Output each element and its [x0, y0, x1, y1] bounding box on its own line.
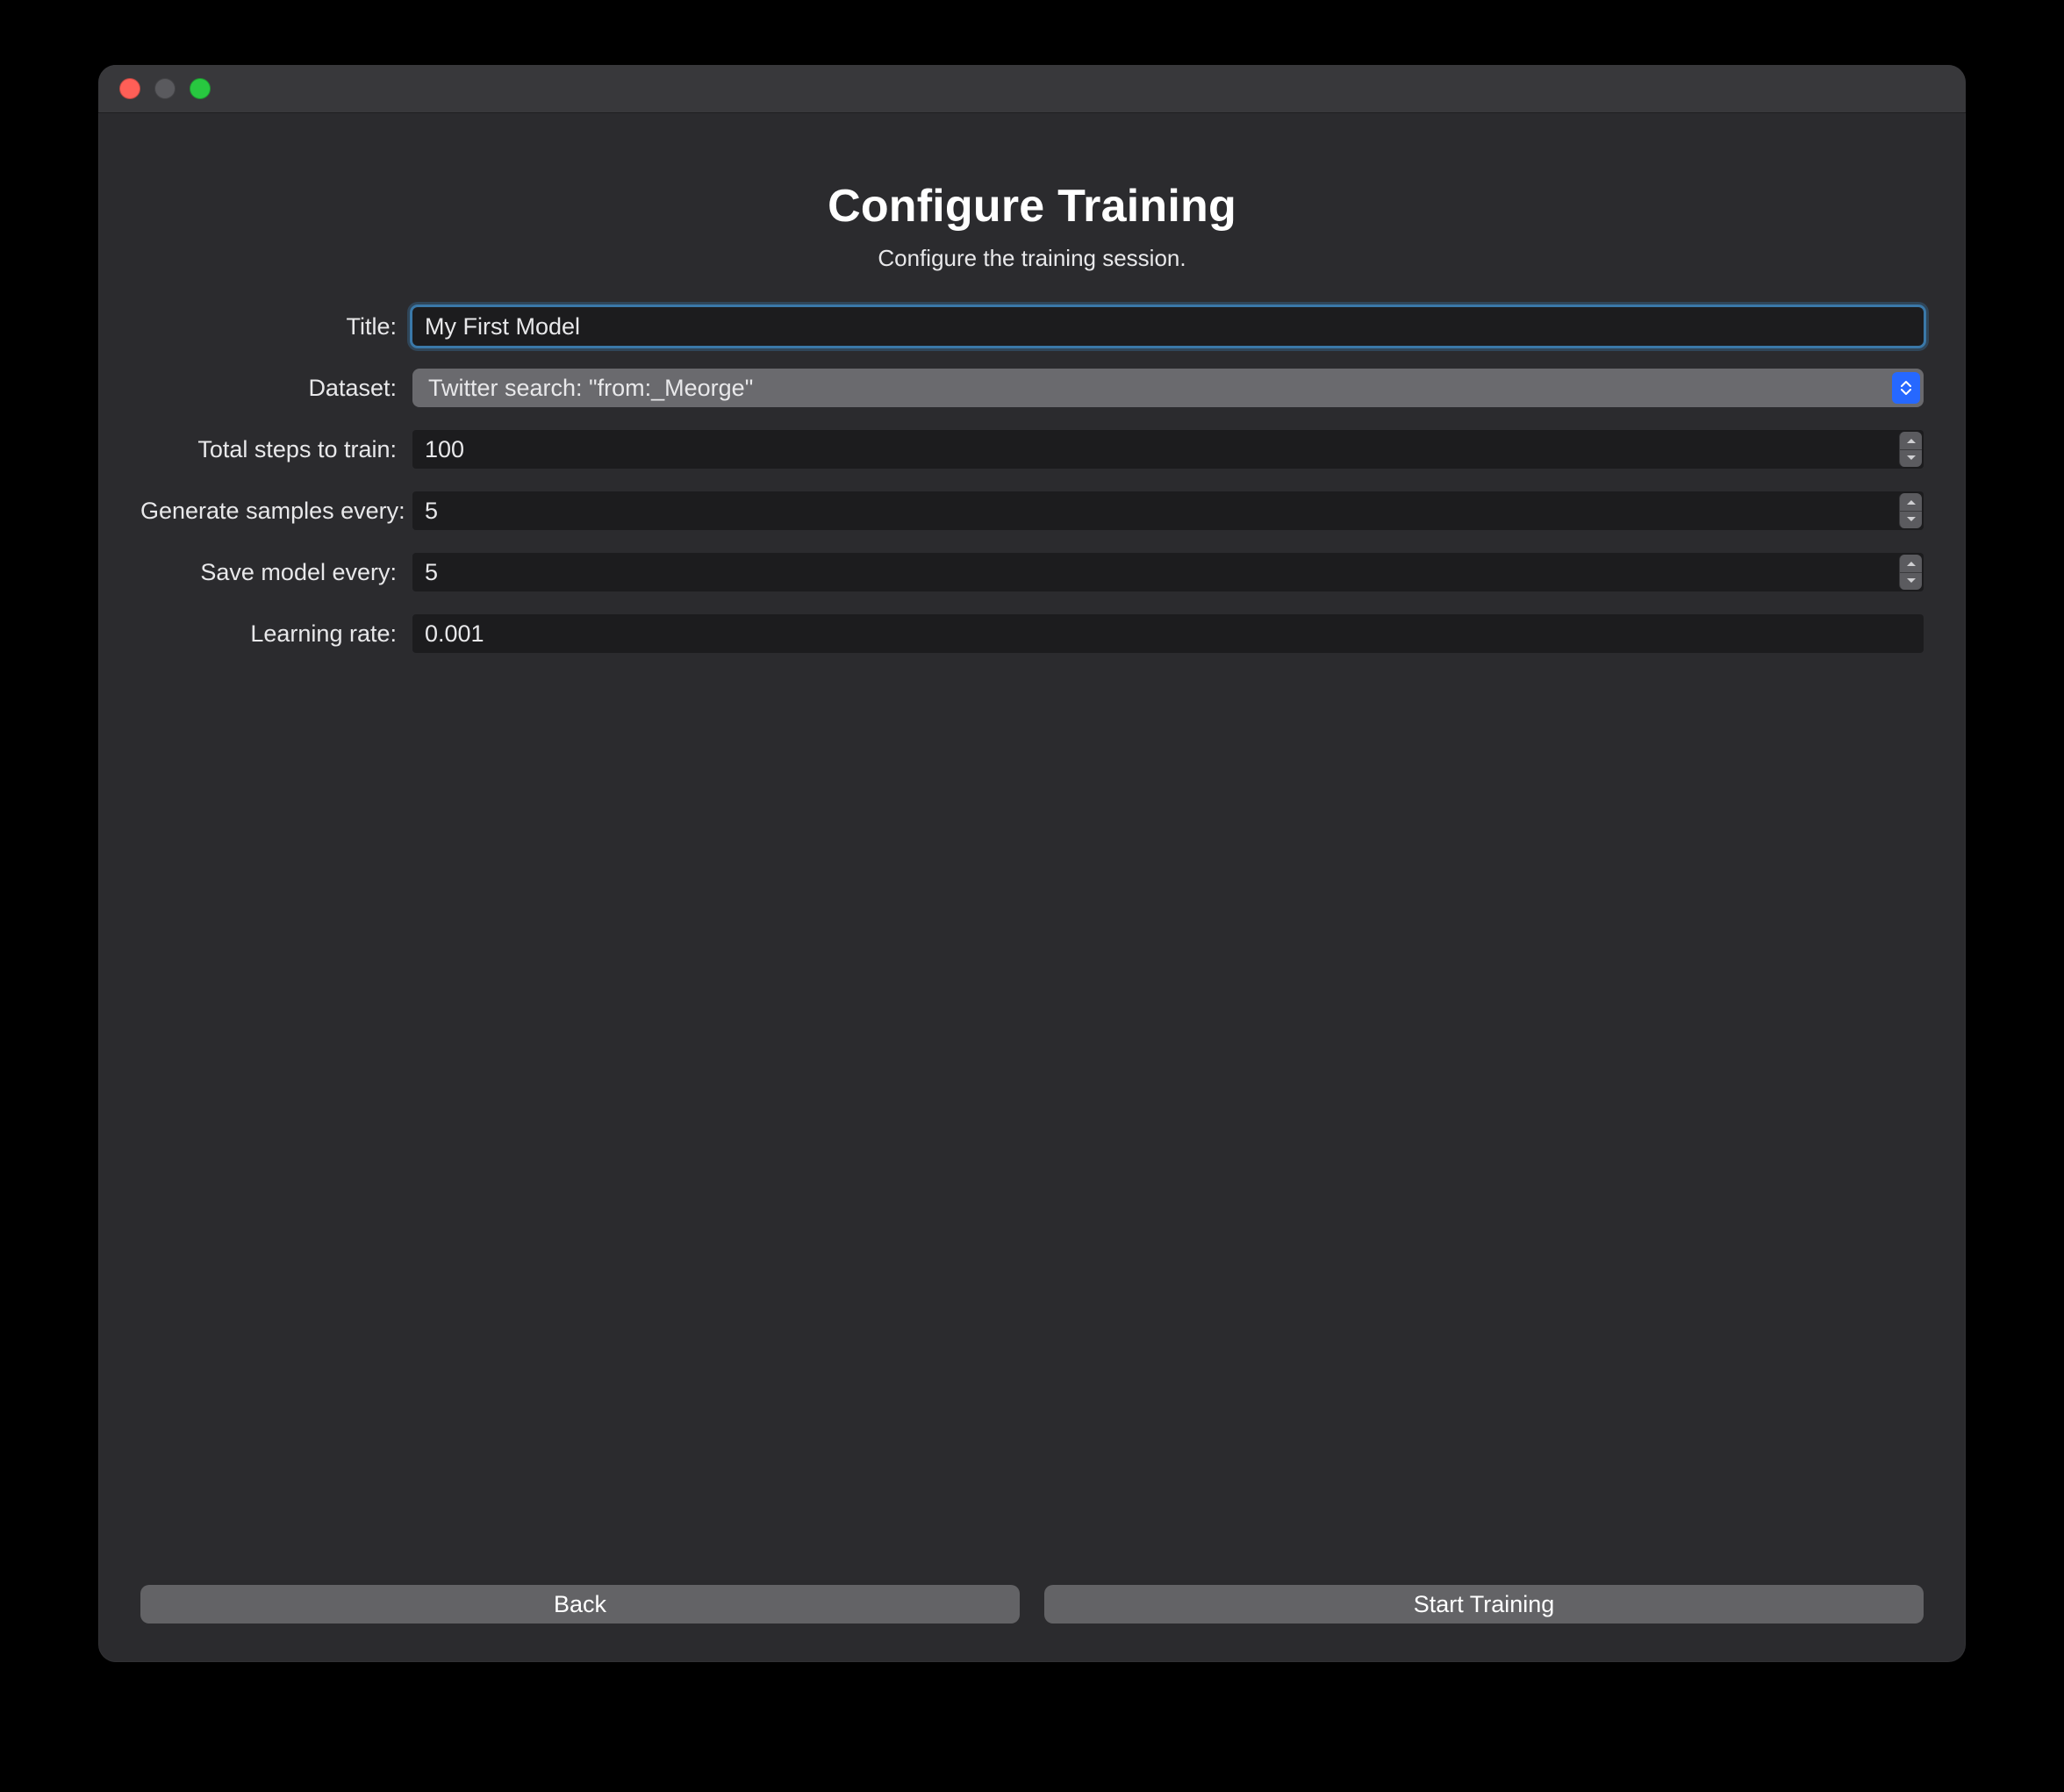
- label-title: Title:: [140, 313, 412, 340]
- page-header: Configure Training Configure the trainin…: [140, 155, 1924, 272]
- label-total-steps: Total steps to train:: [140, 436, 412, 463]
- total-steps-step-down[interactable]: [1900, 450, 1922, 468]
- title-input[interactable]: [412, 307, 1924, 346]
- training-form: Title: Dataset: Twitter search: "from:_M…: [140, 307, 1924, 676]
- label-learning-rate: Learning rate:: [140, 620, 412, 648]
- row-total-steps: Total steps to train:: [140, 430, 1924, 469]
- app-window: Configure Training Configure the trainin…: [98, 65, 1966, 1662]
- generate-every-step-up[interactable]: [1900, 493, 1922, 512]
- generate-every-step-down[interactable]: [1900, 512, 1922, 529]
- row-learning-rate: Learning rate:: [140, 614, 1924, 653]
- total-steps-stepper: [1899, 432, 1922, 467]
- dataset-select-value: Twitter search: "from:_Meorge": [428, 375, 753, 402]
- window-minimize-button[interactable]: [154, 78, 176, 99]
- row-generate-every: Generate samples every:: [140, 491, 1924, 530]
- row-dataset: Dataset: Twitter search: "from:_Meorge": [140, 369, 1924, 407]
- save-every-step-up[interactable]: [1900, 555, 1922, 573]
- learning-rate-input[interactable]: [412, 614, 1924, 653]
- content-area: Configure Training Configure the trainin…: [98, 113, 1966, 1662]
- generate-every-stepper: [1899, 493, 1922, 528]
- dataset-select-handle-icon[interactable]: [1892, 372, 1920, 404]
- generate-every-input[interactable]: [412, 491, 1899, 530]
- back-button[interactable]: Back: [140, 1585, 1020, 1624]
- start-training-button[interactable]: Start Training: [1044, 1585, 1924, 1624]
- label-save-every: Save model every:: [140, 559, 412, 586]
- window-close-button[interactable]: [119, 78, 140, 99]
- footer-buttons: Back Start Training: [140, 1585, 1924, 1631]
- label-generate-every: Generate samples every:: [140, 498, 412, 525]
- save-every-stepper: [1899, 555, 1922, 590]
- dataset-select[interactable]: Twitter search: "from:_Meorge": [412, 369, 1924, 407]
- row-save-every: Save model every:: [140, 553, 1924, 591]
- page-title: Configure Training: [140, 180, 1924, 233]
- save-every-step-down[interactable]: [1900, 573, 1922, 591]
- row-title: Title:: [140, 307, 1924, 346]
- page-subtitle: Configure the training session.: [140, 245, 1924, 272]
- titlebar: [98, 65, 1966, 113]
- save-every-input[interactable]: [412, 553, 1899, 591]
- window-zoom-button[interactable]: [190, 78, 211, 99]
- total-steps-step-up[interactable]: [1900, 432, 1922, 450]
- label-dataset: Dataset:: [140, 375, 412, 402]
- total-steps-input[interactable]: [412, 430, 1899, 469]
